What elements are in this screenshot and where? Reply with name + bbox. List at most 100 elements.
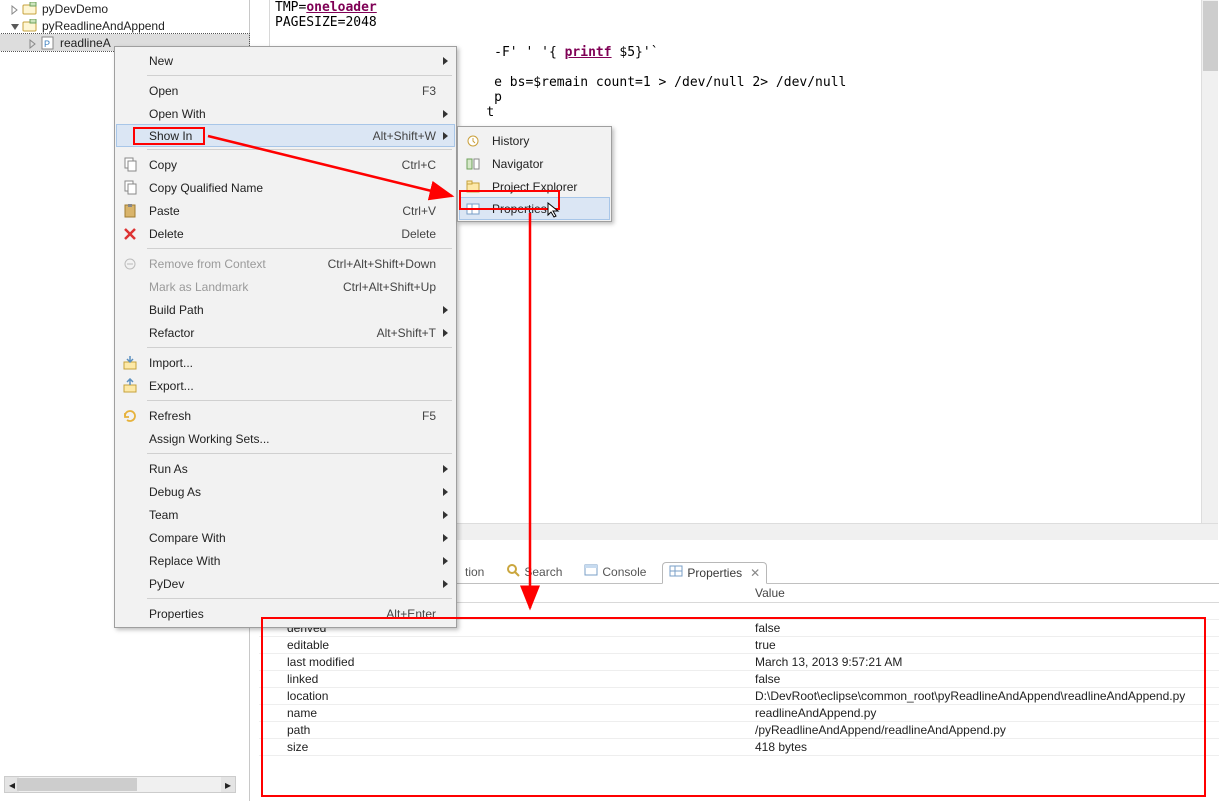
table-row[interactable]: size418 bytes xyxy=(259,739,1219,756)
menu-shortcut: Ctrl+V xyxy=(402,204,454,218)
table-row[interactable]: path/pyReadlineAndAppend/readlineAndAppe… xyxy=(259,722,1219,739)
menu-item-assign-working-sets[interactable]: Assign Working Sets... xyxy=(117,427,454,450)
menu-item-delete[interactable]: DeleteDelete xyxy=(117,222,454,245)
project-explorer-icon xyxy=(460,179,486,195)
submenu-arrow-icon xyxy=(443,534,448,542)
submenu-arrow-icon xyxy=(443,329,448,337)
table-row[interactable]: namereadlineAndAppend.py xyxy=(259,705,1219,722)
editor-vertical-scrollbar[interactable] xyxy=(1201,0,1218,524)
menu-label: PyDev xyxy=(143,577,454,591)
menu-shortcut: Ctrl+Alt+Shift+Down xyxy=(328,257,454,271)
menu-item-team[interactable]: Team xyxy=(117,503,454,526)
import-icon xyxy=(117,355,143,371)
property-value: false xyxy=(749,620,1219,637)
menu-item-new[interactable]: New xyxy=(117,49,454,72)
table-row[interactable]: editabletrue xyxy=(259,637,1219,654)
menu-item-refactor[interactable]: RefactorAlt+Shift+T xyxy=(117,321,454,344)
context-menu: New OpenF3 Open With Show InAlt+Shift+W Copy… xyxy=(114,46,457,628)
menu-label: Copy xyxy=(143,158,402,172)
menu-label: Refresh xyxy=(143,409,422,423)
menu-item-properties[interactable]: PropertiesAlt+Enter xyxy=(117,602,454,625)
menu-shortcut: Delete xyxy=(401,227,454,241)
scrollbar-thumb[interactable] xyxy=(17,778,137,791)
menu-item-pydev[interactable]: PyDev xyxy=(117,572,454,595)
navigator-icon xyxy=(460,156,486,172)
property-value: /pyReadlineAndAppend/readlineAndAppend.p… xyxy=(749,722,1219,739)
menu-label: Open With xyxy=(143,107,454,121)
menu-label: Debug As xyxy=(143,485,454,499)
property-key: location xyxy=(259,688,749,705)
tree-label: pyReadlineAndAppend xyxy=(42,19,165,33)
show-in-submenu: History Navigator Project ExplorerProperti… xyxy=(457,126,612,222)
tree-item[interactable]: pyReadlineAndAppend xyxy=(0,17,249,34)
collapse-arrow-icon[interactable] xyxy=(10,21,20,31)
tab-label: Console xyxy=(602,565,646,579)
menu-item-run-as[interactable]: Run As xyxy=(117,457,454,480)
property-value: readlineAndAppend.py xyxy=(749,705,1219,722)
close-icon[interactable]: ✕ xyxy=(750,566,760,580)
table-row[interactable]: linkedfalse xyxy=(259,671,1219,688)
property-value: March 13, 2013 9:57:21 AM xyxy=(749,654,1219,671)
submenu-arrow-icon xyxy=(443,488,448,496)
properties-icon xyxy=(460,201,486,217)
menu-label: Compare With xyxy=(143,531,454,545)
menu-item-open-with[interactable]: Open With xyxy=(117,102,454,125)
menu-item-compare-with[interactable]: Compare With xyxy=(117,526,454,549)
expand-arrow-icon[interactable] xyxy=(28,38,38,48)
console-icon xyxy=(584,563,598,580)
menu-separator xyxy=(147,347,452,348)
submenu-item-properties[interactable]: Properties xyxy=(459,197,610,220)
menu-label: Assign Working Sets... xyxy=(143,432,454,446)
tab-properties[interactable]: Properties ✕ xyxy=(662,562,767,584)
python-file-icon: P xyxy=(40,36,56,50)
tab-console[interactable]: Console xyxy=(578,561,652,583)
menu-label: Import... xyxy=(143,356,454,370)
delete-icon xyxy=(117,226,143,242)
submenu-arrow-icon xyxy=(443,110,448,118)
menu-shortcut: Ctrl+Alt+Shift+Up xyxy=(343,280,454,294)
submenu-arrow-icon xyxy=(443,580,448,588)
property-value: 418 bytes xyxy=(749,739,1219,756)
property-key: last modified xyxy=(259,654,749,671)
menu-item-copy-qualified-name[interactable]: Copy Qualified Name xyxy=(117,176,454,199)
submenu-label: Navigator xyxy=(486,157,609,171)
svg-text:P: P xyxy=(44,39,50,49)
scrollbar-thumb[interactable] xyxy=(1203,1,1218,71)
tree-item[interactable]: pyDevDemo xyxy=(0,0,249,17)
property-key: path xyxy=(259,722,749,739)
menu-item-debug-as[interactable]: Debug As xyxy=(117,480,454,503)
property-key: editable xyxy=(259,637,749,654)
menu-label: Mark as Landmark xyxy=(143,280,343,294)
submenu-arrow-icon xyxy=(443,557,448,565)
submenu-item-history[interactable]: History xyxy=(460,129,609,152)
submenu-arrow-icon xyxy=(443,132,448,140)
property-value: true xyxy=(749,637,1219,654)
menu-item-open[interactable]: OpenF3 xyxy=(117,79,454,102)
menu-item-import[interactable]: Import... xyxy=(117,351,454,374)
menu-item-paste[interactable]: PasteCtrl+V xyxy=(117,199,454,222)
tab-search[interactable]: Search xyxy=(500,561,568,583)
menu-item-show-in[interactable]: Show InAlt+Shift+W xyxy=(116,124,455,147)
menu-shortcut: Alt+Shift+W xyxy=(373,129,454,143)
property-key: size xyxy=(259,739,749,756)
menu-item-export[interactable]: Export... xyxy=(117,374,454,397)
menu-item-replace-with[interactable]: Replace With xyxy=(117,549,454,572)
properties-header-value[interactable]: Value xyxy=(749,584,1219,603)
property-key: linked xyxy=(259,671,749,688)
menu-separator xyxy=(147,453,452,454)
property-value: false xyxy=(749,671,1219,688)
submenu-item-navigator[interactable]: Navigator xyxy=(460,152,609,175)
menu-label: Paste xyxy=(143,204,402,218)
tree-horizontal-scrollbar[interactable]: ◂ ▸ xyxy=(4,776,236,793)
menu-label: Refactor xyxy=(143,326,377,340)
scroll-right-arrow-icon[interactable]: ▸ xyxy=(221,777,235,792)
menu-item-build-path[interactable]: Build Path xyxy=(117,298,454,321)
submenu-item-project-explorer[interactable]: Project Explorer xyxy=(460,175,609,198)
tab-partial[interactable]: tion xyxy=(459,561,490,583)
menu-item-refresh[interactable]: RefreshF5 xyxy=(117,404,454,427)
expand-arrow-icon[interactable] xyxy=(10,4,20,14)
menu-item-copy[interactable]: CopyCtrl+C xyxy=(117,153,454,176)
table-row[interactable]: locationD:\DevRoot\eclipse\common_root\p… xyxy=(259,688,1219,705)
table-row[interactable]: last modifiedMarch 13, 2013 9:57:21 AM xyxy=(259,654,1219,671)
copy-qualified-icon xyxy=(117,180,143,196)
